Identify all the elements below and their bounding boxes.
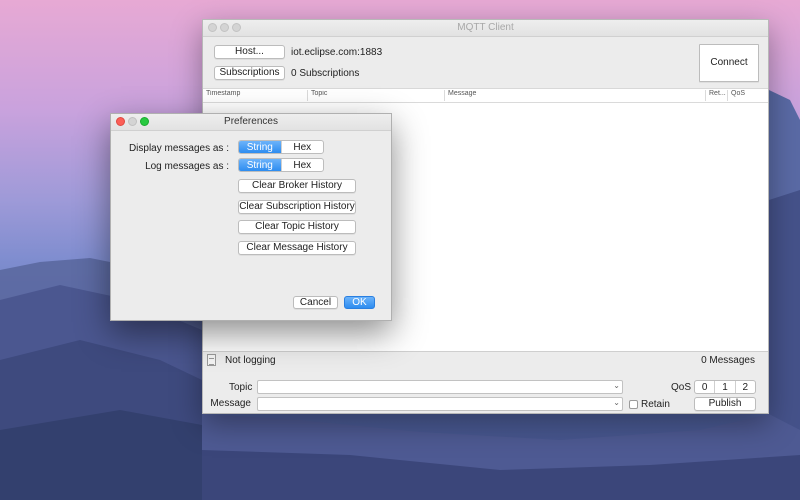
retain-label: Retain xyxy=(641,399,670,410)
column-topic[interactable]: Topic xyxy=(308,90,445,101)
column-retain[interactable]: Ret... xyxy=(706,90,728,101)
connect-button[interactable]: Connect xyxy=(699,44,759,82)
column-qos[interactable]: QoS xyxy=(728,90,768,101)
host-value: iot.eclipse.com:1883 xyxy=(291,47,383,58)
retain-checkbox[interactable] xyxy=(629,400,638,409)
table-header: Timestamp Topic Message Ret... QoS xyxy=(203,89,768,103)
preferences-dialog: Preferences Display messages as : String… xyxy=(110,113,392,321)
chevron-down-icon[interactable]: ⌄ xyxy=(613,398,620,407)
log-string-option[interactable]: String xyxy=(239,159,282,171)
qos-option-1[interactable]: 1 xyxy=(715,381,736,393)
topic-label: Topic xyxy=(229,382,253,393)
display-messages-label: Display messages as : xyxy=(128,143,229,154)
column-message[interactable]: Message xyxy=(445,90,706,101)
qos-option-0[interactable]: 0 xyxy=(695,381,716,393)
topic-combobox[interactable]: ⌄ xyxy=(257,380,623,394)
log-messages-label: Log messages as : xyxy=(145,161,229,172)
preferences-title: Preferences xyxy=(224,116,278,127)
preferences-titlebar: Preferences xyxy=(111,114,391,131)
main-titlebar: MQTT Client xyxy=(203,20,768,37)
window-title: MQTT Client xyxy=(457,22,514,33)
clear-subscription-history-button[interactable]: Clear Subscription History xyxy=(238,200,356,214)
display-string-option[interactable]: String xyxy=(239,141,282,153)
display-hex-option[interactable]: Hex xyxy=(282,141,324,153)
clear-topic-history-button[interactable]: Clear Topic History xyxy=(238,220,356,234)
qos-label: QoS xyxy=(671,382,692,393)
publish-button[interactable]: Publish xyxy=(694,397,756,411)
qos-selector: 0 1 2 xyxy=(694,380,756,394)
column-timestamp[interactable]: Timestamp xyxy=(203,90,308,101)
clear-message-history-button[interactable]: Clear Message History xyxy=(238,241,356,255)
logging-status: Not logging xyxy=(225,355,276,366)
log-format-selector: String Hex xyxy=(238,158,324,172)
qos-option-2[interactable]: 2 xyxy=(736,381,755,393)
messages-count: 0 Messages xyxy=(701,355,755,366)
message-combobox[interactable]: ⌄ xyxy=(257,397,623,411)
log-hex-option[interactable]: Hex xyxy=(282,159,324,171)
ok-button[interactable]: OK xyxy=(344,296,375,309)
subscriptions-count: 0 Subscriptions xyxy=(291,68,360,79)
message-label: Message xyxy=(210,398,251,409)
chevron-down-icon[interactable]: ⌄ xyxy=(613,381,620,390)
document-icon[interactable] xyxy=(207,354,216,366)
clear-broker-history-button[interactable]: Clear Broker History xyxy=(238,179,356,193)
host-button[interactable]: Host... xyxy=(214,45,285,59)
display-format-selector: String Hex xyxy=(238,140,324,154)
cancel-button[interactable]: Cancel xyxy=(293,296,338,309)
subscriptions-button[interactable]: Subscriptions xyxy=(214,66,285,80)
